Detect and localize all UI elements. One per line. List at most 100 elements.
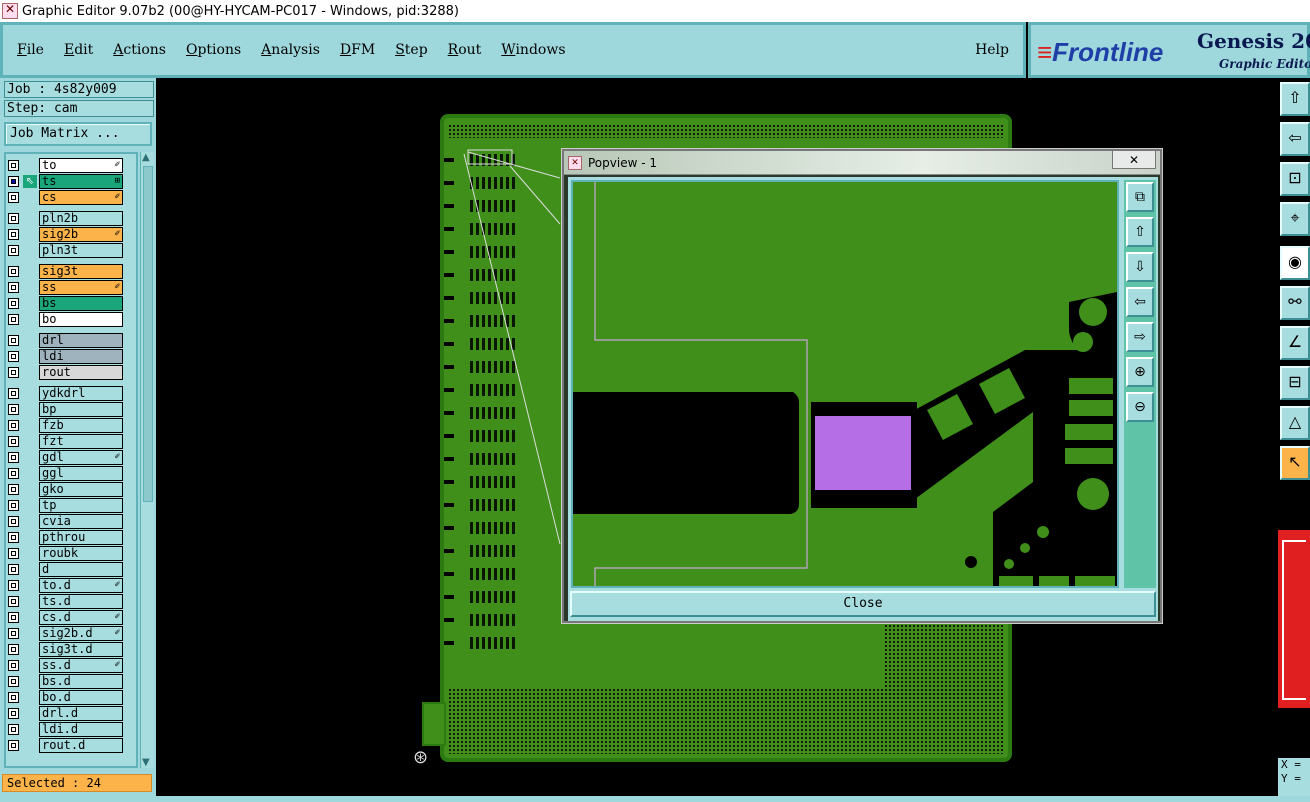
popview-zoom-out-icon[interactable]: ⊖: [1126, 392, 1154, 422]
layer-row-drl-d[interactable]: drl.d: [8, 706, 123, 721]
layer-row-ggl[interactable]: ggl: [8, 466, 123, 481]
layer-checkbox[interactable]: [8, 708, 19, 719]
job-matrix-button[interactable]: Job Matrix ...: [4, 122, 152, 146]
layer-checkbox[interactable]: [8, 229, 19, 240]
menu-step[interactable]: Step: [395, 42, 427, 58]
layer-row-roubk[interactable]: roubk: [8, 546, 123, 561]
layer-checkbox[interactable]: [8, 160, 19, 171]
layer-checkbox[interactable]: [8, 612, 19, 623]
layer-checkbox[interactable]: [8, 532, 19, 543]
layer-name[interactable]: gko: [39, 482, 123, 497]
layer-name[interactable]: pln3t: [39, 243, 123, 258]
layer-checkbox[interactable]: [8, 500, 19, 511]
layer-row-sig2b-d[interactable]: sig2b.d ✐: [8, 626, 123, 641]
layer-row-bs-d[interactable]: bs.d: [8, 674, 123, 689]
layer-row-ydkdrl[interactable]: ydkdrl: [8, 386, 123, 401]
angle-icon[interactable]: ∠: [1280, 326, 1310, 360]
menu-analysis[interactable]: Analysis: [261, 42, 320, 58]
pan-left-icon[interactable]: ⇦: [1280, 122, 1310, 156]
layer-row-bo[interactable]: bo: [8, 312, 123, 327]
layer-row-to-d[interactable]: to.d ✐: [8, 578, 123, 593]
layer-checkbox[interactable]: [8, 740, 19, 751]
layer-name[interactable]: drl: [39, 333, 123, 348]
layer-checkbox[interactable]: [8, 564, 19, 575]
layer-row-rout[interactable]: rout: [8, 365, 123, 380]
layer-row-cs[interactable]: cs ✐: [8, 190, 123, 205]
layer-name[interactable]: ts ⊞: [39, 174, 123, 189]
layer-row-ss[interactable]: ss ✐: [8, 280, 123, 295]
layer-name[interactable]: cs.d ✐: [39, 610, 123, 625]
popview-pan-down-icon[interactable]: ⇩: [1126, 252, 1154, 282]
popview-view[interactable]: [571, 180, 1119, 588]
layer-name[interactable]: ydkdrl: [39, 386, 123, 401]
layer-checkbox[interactable]: [8, 596, 19, 607]
popview-zoom-in-icon[interactable]: ⊕: [1126, 357, 1154, 387]
layer-checkbox[interactable]: [8, 644, 19, 655]
layer-row-fzt[interactable]: fzt: [8, 434, 123, 449]
layer-checkbox[interactable]: [8, 452, 19, 463]
layer-name[interactable]: bo.d: [39, 690, 123, 705]
layer-checkbox[interactable]: [8, 335, 19, 346]
layer-name[interactable]: ldi: [39, 349, 123, 364]
layer-name[interactable]: to.d ✐: [39, 578, 123, 593]
popview-pan-up-icon[interactable]: ⇧: [1126, 217, 1154, 247]
layer-row-sig3t[interactable]: sig3t: [8, 264, 123, 279]
layer-row-ss-d[interactable]: ss.d ✐: [8, 658, 123, 673]
layer-checkbox[interactable]: [8, 436, 19, 447]
pointer-icon[interactable]: ↖: [1280, 446, 1310, 480]
layer-name[interactable]: gdl ✐: [39, 450, 123, 465]
layer-row-drl[interactable]: drl: [8, 333, 123, 348]
layer-name[interactable]: fzb: [39, 418, 123, 433]
menu-edit[interactable]: Edit: [64, 42, 93, 58]
layer-row-ldi-d[interactable]: ldi.d: [8, 722, 123, 737]
layer-name[interactable]: cvia: [39, 514, 123, 529]
layer-checkbox[interactable]: [8, 548, 19, 559]
layer-row-pthrou[interactable]: pthrou: [8, 530, 123, 545]
menu-rout[interactable]: Rout: [448, 42, 482, 58]
snap-icon[interactable]: ⊟: [1280, 366, 1310, 400]
layer-row-bp[interactable]: bp: [8, 402, 123, 417]
layer-checkbox[interactable]: [8, 692, 19, 703]
layer-checkbox[interactable]: [8, 580, 19, 591]
measure-icon[interactable]: ⌖: [1280, 202, 1310, 236]
layer-row-bs[interactable]: bs: [8, 296, 123, 311]
layer-name[interactable]: bo: [39, 312, 123, 327]
layer-row-cs-d[interactable]: cs.d ✐: [8, 610, 123, 625]
layer-name[interactable]: rout: [39, 365, 123, 380]
scroll-down-icon[interactable]: ▼: [142, 757, 150, 768]
layer-name[interactable]: ss ✐: [39, 280, 123, 295]
layer-checkbox[interactable]: [8, 245, 19, 256]
pan-up-icon[interactable]: ⇧: [1280, 82, 1310, 116]
layer-row-cvia[interactable]: cvia: [8, 514, 123, 529]
layer-name[interactable]: pthrou: [39, 530, 123, 545]
layer-checkbox[interactable]: [8, 660, 19, 671]
menu-windows[interactable]: Windows: [501, 42, 565, 58]
layer-name[interactable]: bp: [39, 402, 123, 417]
layer-name[interactable]: sig2b ✐: [39, 227, 123, 242]
menu-actions[interactable]: Actions: [113, 42, 166, 58]
layer-row-gko[interactable]: gko: [8, 482, 123, 497]
layer-name[interactable]: ldi.d: [39, 722, 123, 737]
layer-row-ts[interactable]: ⇖ ts ⊞: [8, 174, 123, 189]
layer-row-d[interactable]: d: [8, 562, 123, 577]
layer-name[interactable]: rout.d: [39, 738, 123, 753]
layer-row-tp[interactable]: tp: [8, 498, 123, 513]
layer-checkbox[interactable]: [8, 367, 19, 378]
layer-name[interactable]: sig3t.d: [39, 642, 123, 657]
layer-row-to[interactable]: to ✐: [8, 158, 123, 173]
scroll-thumb[interactable]: [143, 166, 153, 502]
menu-options[interactable]: Options: [186, 42, 241, 58]
layer-checkbox[interactable]: [8, 213, 19, 224]
layer-row-sig3t-d[interactable]: sig3t.d: [8, 642, 123, 657]
layer-checkbox[interactable]: [8, 282, 19, 293]
fit-icon[interactable]: ⊡: [1280, 162, 1310, 196]
popview-zoom-window-icon[interactable]: ⧉: [1126, 182, 1154, 212]
popview-pan-left-icon[interactable]: ⇦: [1126, 287, 1154, 317]
layer-name[interactable]: cs ✐: [39, 190, 123, 205]
layer-checkbox[interactable]: [8, 314, 19, 325]
layer-checkbox[interactable]: [8, 298, 19, 309]
layer-checkbox[interactable]: [8, 516, 19, 527]
layer-name[interactable]: drl.d: [39, 706, 123, 721]
menu-dfm[interactable]: DFM: [340, 42, 375, 58]
net-icon[interactable]: ⚯: [1280, 286, 1310, 320]
